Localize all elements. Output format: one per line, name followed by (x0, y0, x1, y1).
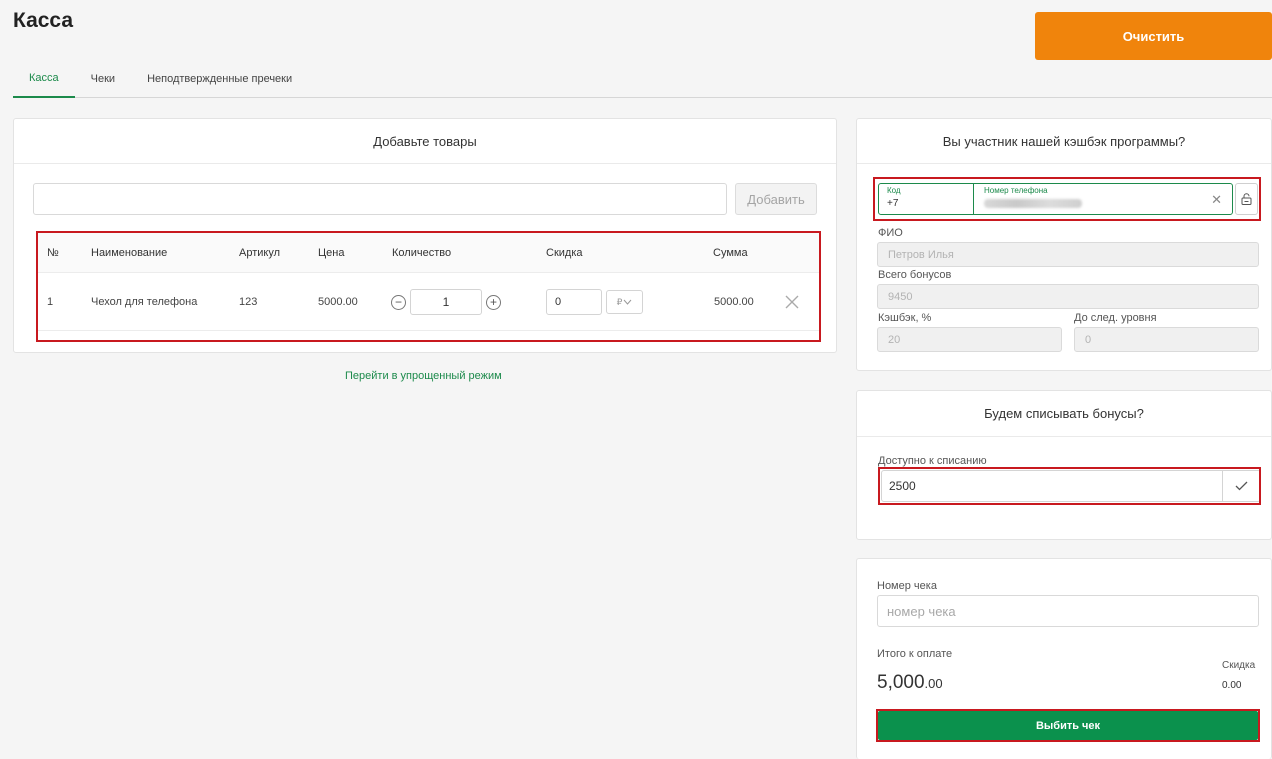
unlock-button[interactable] (1235, 183, 1258, 215)
column-header-sum: Сумма (713, 246, 748, 259)
simple-mode-link[interactable]: Перейти в упрощенный режим (345, 370, 502, 382)
apply-bonus-button[interactable] (1222, 471, 1260, 501)
phone-number-redacted (984, 199, 1082, 208)
column-header-discount: Скидка (546, 246, 583, 259)
lock-open-icon (1241, 193, 1252, 205)
tab-bar: Касса Чеки Неподтвержденные пречеки (13, 60, 1272, 98)
tab-unconfirmed-prechecks[interactable]: Неподтвержденные пречеки (131, 60, 308, 98)
tab-kassa[interactable]: Касса (13, 60, 75, 98)
clear-button[interactable]: Очистить (1035, 12, 1272, 60)
column-header-name: Наименование (91, 246, 168, 259)
checkmark-icon (1235, 481, 1248, 491)
discount-unit-value: ₽ (616, 296, 623, 307)
receipt-card: Номер чека Итого к оплате 5,000.00 Скидк… (856, 558, 1272, 759)
column-header-price: Цена (318, 246, 345, 259)
tab-receipts[interactable]: Чеки (75, 60, 131, 98)
issue-receipt-button[interactable]: Выбить чек (878, 711, 1258, 740)
table-header: № Наименование Артикул Цена Количество С… (38, 233, 819, 273)
total-amount-main: 5,000 (877, 672, 925, 693)
cashback-card-title: Вы участник нашей кэшбэк программы? (857, 119, 1271, 164)
cashback-card: Вы участник нашей кэшбэк программы? Код … (856, 118, 1272, 371)
bonus-writeoff-title: Будем списывать бонусы? (857, 391, 1271, 437)
column-header-sku: Артикул (239, 246, 281, 259)
bonus-writeoff-field[interactable]: 2500 (882, 471, 1222, 501)
close-icon (785, 295, 799, 309)
receipt-number-label: Номер чека (877, 580, 937, 592)
next-level-label: До след. уровня (1074, 312, 1157, 324)
total-amount-cents: .00 (924, 676, 943, 691)
row-number: 1 (47, 296, 54, 308)
products-card: Добавьте товары Добавить № Наименование … (13, 118, 837, 353)
phone-number-label: Номер телефона (984, 186, 1048, 195)
decrement-icon[interactable]: − (391, 294, 406, 310)
discount-field[interactable]: 0 (546, 289, 602, 315)
phone-code-label: Код (887, 186, 901, 195)
clear-phone-icon[interactable]: ✕ (1211, 192, 1222, 208)
available-bonus-label: Доступно к списанию (878, 455, 987, 467)
phone-code-value: +7 (887, 198, 899, 209)
remove-row-button[interactable] (785, 274, 799, 330)
phone-number-field[interactable]: Номер телефона ✕ (974, 184, 1232, 214)
cashback-percent-label: Кэшбэк, % (878, 312, 932, 324)
discount-unit-select[interactable]: ₽ (606, 290, 643, 314)
increment-icon[interactable]: + (486, 294, 501, 310)
discount-total-value: 0.00 (1222, 680, 1242, 691)
fio-field: Петров Илья (877, 242, 1259, 267)
bonus-writeoff-input: 2500 (881, 470, 1261, 502)
row-sum: 5000.00 (714, 296, 754, 308)
discount-total-label: Скидка (1222, 660, 1256, 671)
bonus-writeoff-card: Будем списывать бонусы? Доступно к списа… (856, 390, 1272, 540)
next-level-field: 0 (1074, 327, 1259, 352)
row-price: 5000.00 (318, 296, 358, 308)
product-search-input[interactable] (33, 183, 727, 215)
page-title: Касса (13, 9, 74, 32)
row-sku: 123 (239, 296, 258, 308)
column-header-number: № (47, 246, 59, 259)
chevron-down-icon (623, 299, 632, 305)
phone-input-group: Код +7 Номер телефона ✕ (878, 183, 1233, 215)
products-card-title: Добавьте товары (14, 119, 836, 164)
fio-label: ФИО (878, 227, 903, 239)
column-header-quantity: Количество (392, 246, 452, 259)
table-row: 1 Чехол для телефона 123 5000.00 − 1 + 0… (38, 274, 819, 331)
add-product-button[interactable]: Добавить (735, 183, 817, 215)
quantity-field[interactable]: 1 (410, 289, 482, 315)
total-label: Итого к оплате (877, 648, 953, 660)
bonus-total-label: Всего бонусов (878, 269, 952, 281)
phone-code-field[interactable]: Код +7 (879, 184, 974, 214)
discount-control: 0 ₽ (546, 274, 643, 330)
row-product-name: Чехол для телефона (91, 296, 198, 308)
quantity-stepper: − 1 + (391, 274, 501, 330)
products-table: № Наименование Артикул Цена Количество С… (36, 231, 821, 342)
bonus-total-field: 9450 (877, 284, 1259, 309)
receipt-number-input[interactable] (877, 595, 1259, 627)
cashback-percent-field: 20 (877, 327, 1062, 352)
total-amount: 5,000.00 (877, 672, 943, 694)
